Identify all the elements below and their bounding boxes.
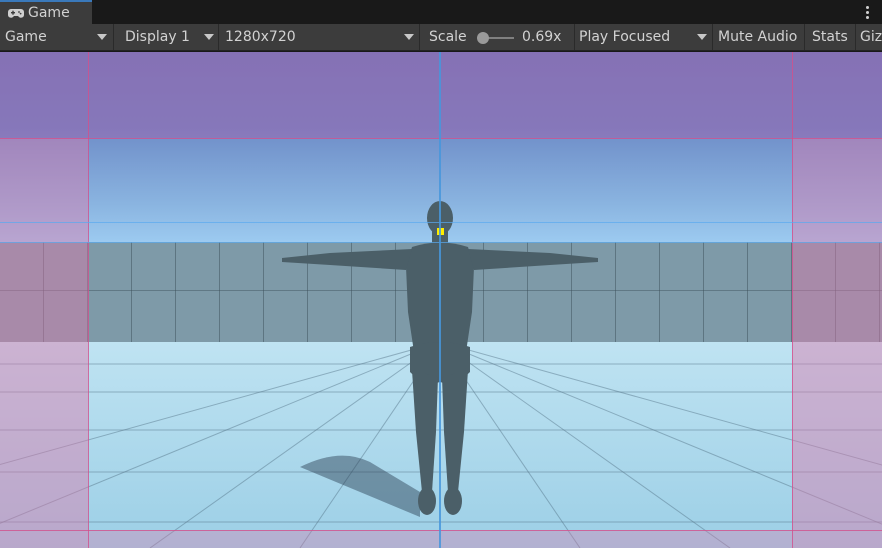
safe-area-overlay-top <box>0 52 882 138</box>
chevron-down-icon <box>204 34 214 40</box>
scale-slider-handle[interactable] <box>477 32 489 44</box>
tab-game[interactable]: Game <box>0 0 92 24</box>
view-dropdown-label: Game <box>5 29 47 45</box>
game-viewport[interactable] <box>0 52 882 548</box>
display-dropdown-label: Display 1 <box>125 29 190 45</box>
chevron-down-icon <box>697 34 707 40</box>
mute-audio-button[interactable]: Mute Audio <box>713 24 805 50</box>
guide-line <box>0 222 882 223</box>
gamepad-icon <box>8 7 24 19</box>
play-mode-label: Play Focused <box>579 29 671 45</box>
guide-line <box>792 52 793 548</box>
guide-line <box>0 530 882 531</box>
chevron-down-icon <box>97 34 107 40</box>
stats-button[interactable]: Stats <box>806 24 856 50</box>
view-dropdown[interactable]: Game <box>0 24 114 50</box>
gizmos-label: Gizmos <box>860 29 882 45</box>
display-dropdown[interactable]: Display 1 <box>115 24 219 50</box>
gizmos-button[interactable]: Gizmos <box>857 24 882 50</box>
safe-area-overlay-right <box>792 138 882 548</box>
scale-label: Scale <box>429 29 467 45</box>
center-guide-line <box>439 52 441 548</box>
chevron-down-icon <box>404 34 414 40</box>
character-shadow <box>300 455 420 517</box>
scale-value: 0.69x <box>522 29 562 45</box>
guide-line <box>0 138 882 139</box>
more-vertical-icon[interactable] <box>864 3 870 21</box>
resolution-dropdown[interactable]: 1280x720 <box>220 24 420 50</box>
guide-line <box>88 52 89 548</box>
resolution-dropdown-label: 1280x720 <box>225 29 296 45</box>
guide-line <box>0 242 882 243</box>
tab-label: Game <box>28 5 70 21</box>
safe-area-overlay-left <box>0 138 88 548</box>
mute-audio-label: Mute Audio <box>718 29 798 45</box>
play-mode-dropdown[interactable]: Play Focused <box>575 24 713 50</box>
game-toolbar: Game Display 1 1280x720 Scale 0.69x Play… <box>0 24 882 51</box>
stats-label: Stats <box>812 29 848 45</box>
tab-bar: Game <box>0 0 882 24</box>
